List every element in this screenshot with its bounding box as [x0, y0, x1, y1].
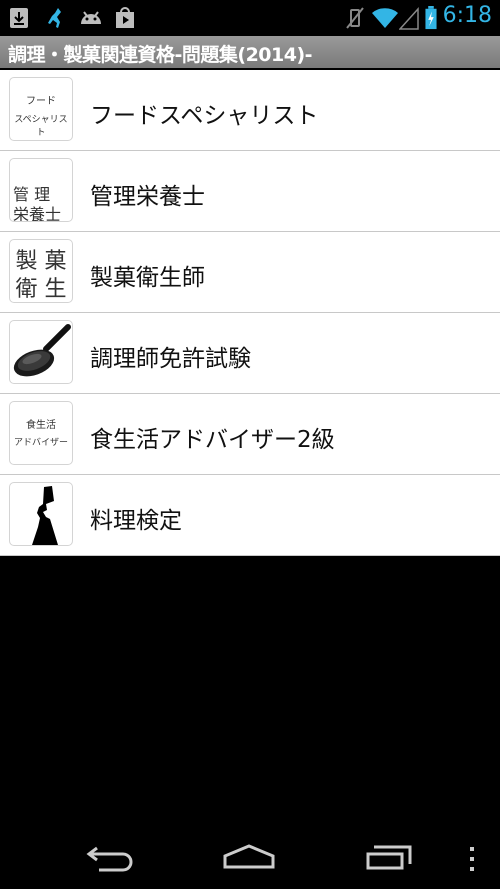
list-item-label: 管理栄養士	[90, 184, 205, 210]
chef-silhouette-graphic	[32, 486, 58, 545]
thumb-line2: アドバイザー	[13, 438, 68, 448]
list-item-food-specialist[interactable]: フード スペシャリスト フードスペシャリスト	[0, 70, 500, 151]
list-item-label: フードスペシャリスト	[90, 103, 319, 129]
wifi-icon	[372, 8, 398, 28]
thumb-line2: 栄養士	[13, 205, 62, 222]
recent-apps-icon[interactable]	[364, 842, 416, 872]
vibrate-mute-icon	[346, 7, 364, 29]
registered-dietitian-thumbnail: 管 理 栄養士	[9, 158, 73, 222]
dietary-advisor-thumbnail: 食生活 アドバイザー	[9, 401, 73, 465]
chef-silhouette-icon	[9, 482, 73, 546]
exam-list: フード スペシャリスト フードスペシャリスト 管 理 栄養士 管理栄養士 製 菓…	[0, 70, 500, 556]
list-item-label: 調理師免許試験	[90, 346, 251, 372]
food-specialist-thumbnail: フード スペシャリスト	[9, 77, 73, 141]
list-item-label: 料理検定	[90, 508, 182, 534]
status-bar: 6:18	[0, 0, 500, 36]
list-item-confectionery-hygienist[interactable]: 製 菓 衛 生 製菓衛生師	[0, 232, 500, 313]
list-item-cooking-certification[interactable]: 料理検定	[0, 475, 500, 556]
thumb-line1: フード	[26, 96, 56, 107]
title-bar: 調理・製菓関連資格-問題集(2014)-	[0, 36, 500, 68]
overflow-menu-icon[interactable]	[467, 844, 477, 874]
frying-pan-icon	[9, 320, 73, 384]
list-item-label: 食生活アドバイザー2級	[90, 427, 335, 453]
confectionery-hygienist-thumbnail: 製 菓 衛 生	[9, 239, 73, 303]
list-item-registered-dietitian[interactable]: 管 理 栄養士 管理栄養士	[0, 151, 500, 232]
navigation-bar	[0, 820, 500, 889]
list-item-label: 製菓衛生師	[90, 265, 205, 291]
play-store-notification-icon	[116, 7, 134, 28]
back-icon[interactable]	[85, 844, 137, 872]
cell-signal-icon	[399, 7, 419, 30]
android-notification-icon	[81, 11, 101, 24]
thumb-line1: 食生活	[26, 420, 56, 431]
runner-notification-icon	[48, 8, 61, 28]
home-icon[interactable]	[222, 842, 276, 870]
list-item-cook-license-exam[interactable]: 調理師免許試験	[0, 313, 500, 394]
frying-pan-icon-graphic	[13, 324, 71, 377]
thumb-line2: 衛 生	[15, 277, 67, 302]
status-time: 6:18	[442, 3, 492, 28]
thumb-line2: スペシャリスト	[14, 115, 68, 138]
download-notification-icon	[10, 8, 28, 28]
page-title: 調理・製菓関連資格-問題集(2014)-	[8, 44, 313, 66]
battery-charging-icon	[425, 6, 437, 30]
list-item-dietary-advisor-level2[interactable]: 食生活 アドバイザー 食生活アドバイザー2級	[0, 394, 500, 475]
